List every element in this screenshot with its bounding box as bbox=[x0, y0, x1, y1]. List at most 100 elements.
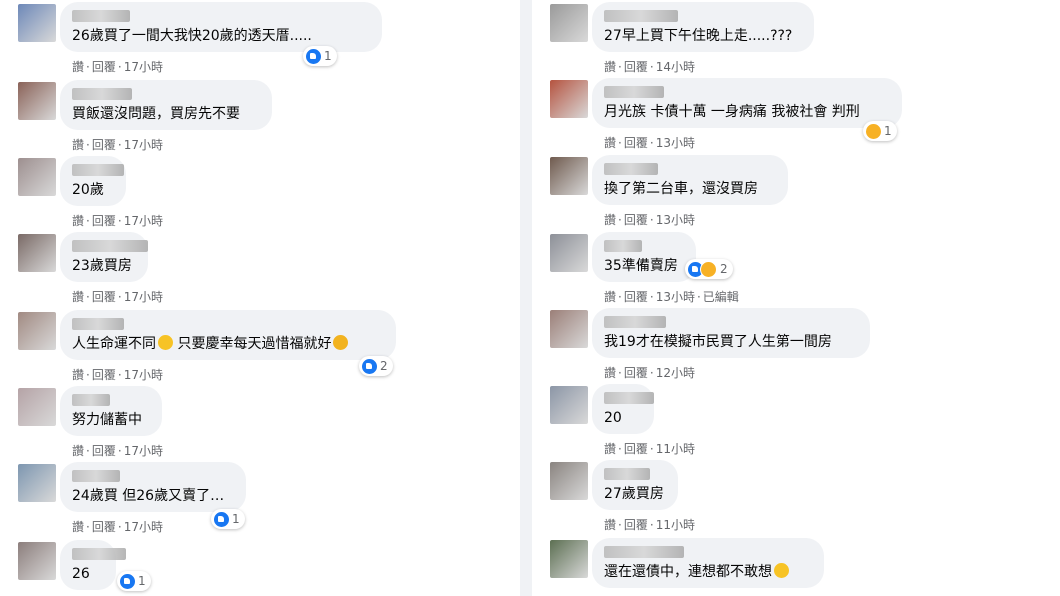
reply-link[interactable]: 回覆 bbox=[624, 442, 648, 456]
reaction-count[interactable]: 2 bbox=[359, 356, 393, 376]
like-link[interactable]: 讚 bbox=[604, 290, 616, 304]
like-link[interactable]: 讚 bbox=[72, 444, 84, 458]
commenter-name-blurred[interactable] bbox=[604, 316, 666, 328]
comment-bubble: 27歲買房 bbox=[592, 460, 678, 510]
timestamp-link[interactable]: 17小時 bbox=[124, 290, 163, 304]
like-link[interactable]: 讚 bbox=[72, 368, 84, 382]
timestamp-link[interactable]: 13小時 bbox=[656, 290, 695, 304]
timestamp-link[interactable]: 14小時 bbox=[656, 60, 695, 74]
reply-link[interactable]: 回覆 bbox=[92, 444, 116, 458]
avatar[interactable] bbox=[18, 464, 56, 502]
avatar[interactable] bbox=[18, 312, 56, 350]
commenter-name-blurred[interactable] bbox=[72, 394, 110, 406]
reply-link[interactable]: 回覆 bbox=[92, 520, 116, 534]
timestamp-link[interactable]: 17小時 bbox=[124, 520, 163, 534]
comments-column-right: 27早上買下午住晚上走.....??? 讚 · 回覆 · 14小時 月光族 卡債十萬 一身病… bbox=[532, 0, 1060, 596]
commenter-name-blurred[interactable] bbox=[72, 548, 126, 560]
like-link[interactable]: 讚 bbox=[604, 442, 616, 456]
reply-link[interactable]: 回覆 bbox=[92, 60, 116, 74]
reply-link[interactable]: 回覆 bbox=[92, 368, 116, 382]
reply-link[interactable]: 回覆 bbox=[624, 518, 648, 532]
like-link[interactable]: 讚 bbox=[604, 518, 616, 532]
reaction-count[interactable]: 1 bbox=[303, 46, 337, 66]
avatar[interactable] bbox=[18, 158, 56, 196]
reply-link[interactable]: 回覆 bbox=[624, 290, 648, 304]
separator: · bbox=[618, 136, 622, 150]
like-link[interactable]: 讚 bbox=[604, 60, 616, 74]
timestamp-link[interactable]: 12小時 bbox=[656, 366, 695, 380]
reply-link[interactable]: 回覆 bbox=[624, 213, 648, 227]
timestamp-link[interactable]: 17小時 bbox=[124, 138, 163, 152]
reaction-count[interactable]: 1 bbox=[863, 121, 897, 141]
avatar[interactable] bbox=[550, 310, 588, 348]
reaction-count[interactable]: 1 bbox=[117, 571, 151, 591]
reply-link[interactable]: 回覆 bbox=[624, 136, 648, 150]
separator: · bbox=[117, 138, 122, 152]
comment-bubble: 人生命運不同 只要慶幸每天過惜福就好 bbox=[60, 310, 396, 360]
commenter-name-blurred[interactable] bbox=[604, 468, 650, 480]
avatar[interactable] bbox=[18, 234, 56, 272]
commenter-name-blurred[interactable] bbox=[604, 392, 654, 404]
timestamp-link[interactable]: 17小時 bbox=[124, 444, 163, 458]
avatar[interactable] bbox=[18, 388, 56, 426]
avatar[interactable] bbox=[18, 4, 56, 42]
like-icon bbox=[214, 511, 229, 527]
like-link[interactable]: 讚 bbox=[604, 366, 616, 380]
timestamp-link[interactable]: 11小時 bbox=[656, 442, 695, 456]
comment-bubble: 27早上買下午住晚上走.....??? bbox=[592, 2, 814, 52]
commenter-name-blurred[interactable] bbox=[72, 164, 124, 176]
comment-actions: 讚 · 回覆 · 17小時 bbox=[72, 288, 165, 305]
timestamp-link[interactable]: 13小時 bbox=[656, 213, 695, 227]
like-link[interactable]: 讚 bbox=[72, 290, 84, 304]
avatar[interactable] bbox=[550, 540, 588, 578]
sunglasses-emoji-icon bbox=[333, 335, 349, 350]
avatar[interactable] bbox=[550, 157, 588, 195]
avatar[interactable] bbox=[550, 4, 588, 42]
like-link[interactable]: 讚 bbox=[604, 136, 616, 150]
commenter-name-blurred[interactable] bbox=[72, 470, 120, 482]
like-link[interactable]: 讚 bbox=[72, 60, 84, 74]
avatar[interactable] bbox=[550, 234, 588, 272]
avatar[interactable] bbox=[550, 386, 588, 424]
reply-link[interactable]: 回覆 bbox=[92, 138, 116, 152]
commenter-name-blurred[interactable] bbox=[72, 240, 148, 252]
commenter-name-blurred[interactable] bbox=[604, 240, 642, 252]
like-link[interactable]: 讚 bbox=[72, 214, 84, 228]
commenter-name-blurred[interactable] bbox=[72, 10, 130, 22]
timestamp-link[interactable]: 13小時 bbox=[656, 136, 695, 150]
avatar[interactable] bbox=[550, 462, 588, 500]
reply-link[interactable]: 回覆 bbox=[624, 60, 648, 74]
commenter-name-blurred[interactable] bbox=[604, 546, 684, 558]
timestamp-link[interactable]: 17小時 bbox=[124, 214, 163, 228]
reaction-number: 1 bbox=[324, 49, 332, 63]
commenter-name-blurred[interactable] bbox=[604, 86, 664, 98]
like-link[interactable]: 讚 bbox=[604, 213, 616, 227]
edited-label: 已編輯 bbox=[702, 290, 739, 304]
comment-bubble: 月光族 卡債十萬 一身病痛 我被社會 判刑 bbox=[592, 78, 902, 128]
separator: · bbox=[86, 138, 90, 152]
avatar[interactable] bbox=[18, 542, 56, 580]
timestamp-link[interactable]: 11小時 bbox=[656, 518, 695, 532]
avatar[interactable] bbox=[18, 82, 56, 120]
reaction-count[interactable]: 1 bbox=[211, 509, 245, 529]
timestamp-link[interactable]: 17小時 bbox=[124, 368, 163, 382]
comment-actions: 讚 · 回覆 · 13小時 · 已編輯 bbox=[604, 288, 741, 305]
like-link[interactable]: 讚 bbox=[72, 520, 84, 534]
like-link[interactable]: 讚 bbox=[72, 138, 84, 152]
timestamp-link[interactable]: 17小時 bbox=[124, 60, 163, 74]
reaction-count[interactable]: 2 bbox=[685, 259, 733, 279]
commenter-name-blurred[interactable] bbox=[604, 10, 678, 22]
reply-link[interactable]: 回覆 bbox=[92, 214, 116, 228]
reply-link[interactable]: 回覆 bbox=[92, 290, 116, 304]
commenter-name-blurred[interactable] bbox=[604, 163, 658, 175]
comment-text-main: 月光族 卡債十萬 一身病痛 我被社會 判刑 bbox=[604, 104, 860, 120]
avatar[interactable] bbox=[550, 80, 588, 118]
separator: · bbox=[117, 290, 122, 304]
comment-text: 35準備賣房 bbox=[604, 257, 682, 275]
comment-text: 27早上買下午住晚上走.....??? bbox=[604, 27, 800, 45]
reply-link[interactable]: 回覆 bbox=[624, 366, 648, 380]
commenter-name-blurred[interactable] bbox=[72, 318, 124, 330]
thinking-emoji-icon bbox=[158, 335, 173, 350]
commenter-name-blurred[interactable] bbox=[72, 88, 132, 100]
separator: · bbox=[86, 520, 90, 534]
